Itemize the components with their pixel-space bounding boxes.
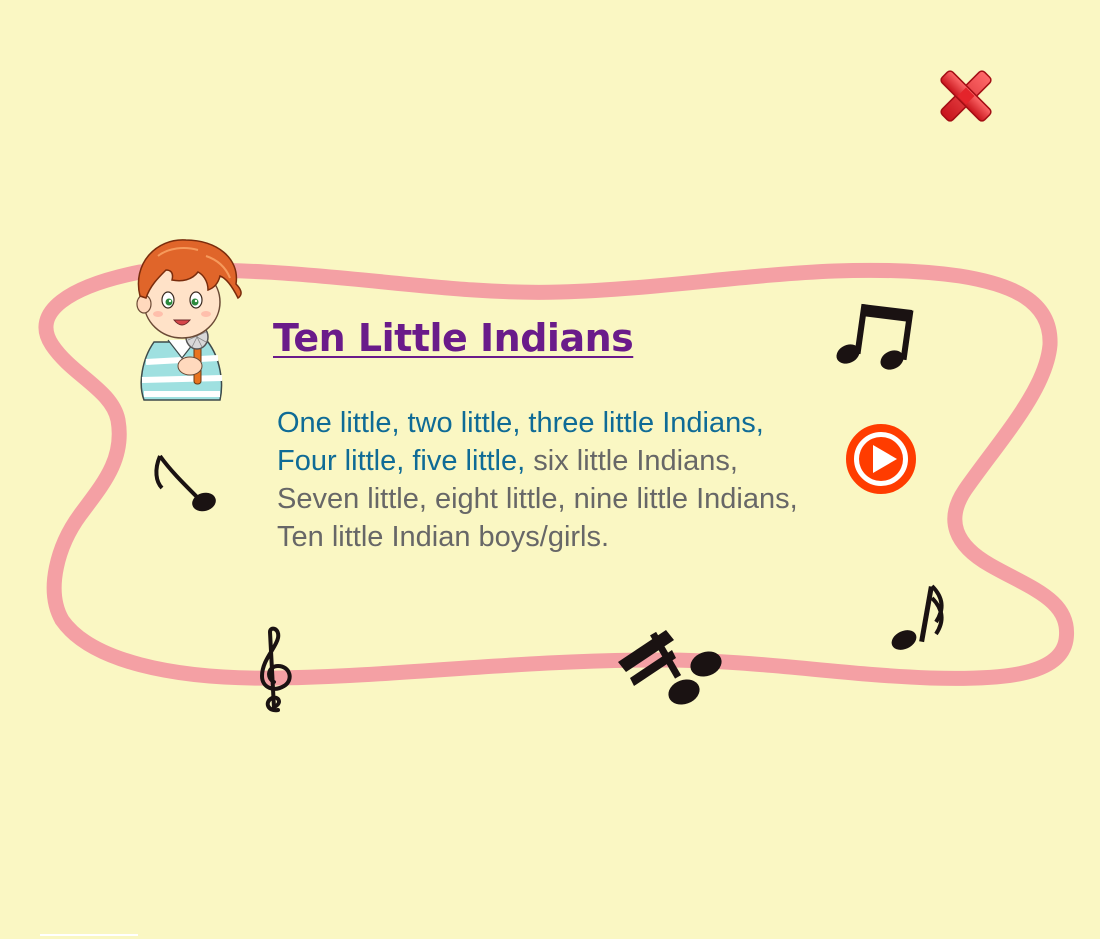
eighth-note-icon (154, 454, 216, 512)
lyric-line: Ten little Indian boys/girls. (277, 518, 798, 556)
lyric-line: Four little, five little, six little Ind… (277, 442, 798, 480)
treble-clef-icon (259, 626, 292, 713)
play-circle-icon[interactable] (843, 421, 919, 497)
lyric-sung: One little, two little, three little Ind… (277, 407, 764, 439)
beamed-eighth-notes-icon (836, 303, 914, 370)
close-x-icon[interactable] (932, 62, 1000, 130)
lyric-line: One little, two little, three little Ind… (277, 404, 798, 442)
lyric-line: Seven little, eight little, nine little … (277, 480, 798, 518)
sixteenth-note-icon (891, 584, 944, 650)
lyric-unsung: Ten little Indian boys/girls. (277, 521, 610, 553)
beamed-sixteenth-notes-icon (618, 630, 722, 705)
lyric-unsung: Seven little, eight little, nine little … (277, 483, 798, 515)
lyrics-block: One little, two little, three little Ind… (277, 404, 798, 556)
lyric-unsung: six little Indians, (525, 445, 738, 477)
song-title: Ten Little Indians (273, 316, 634, 360)
divider (40, 934, 138, 936)
boy-with-microphone-illustration (136, 239, 242, 401)
lyric-sung: Four little, five little, (277, 445, 526, 477)
